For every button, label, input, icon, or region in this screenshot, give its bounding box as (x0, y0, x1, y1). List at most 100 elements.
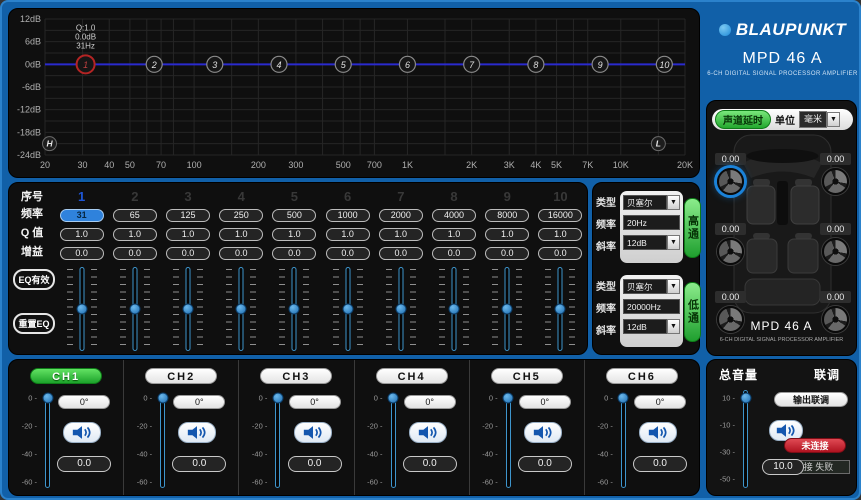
channel-delay-button[interactable]: 声道延时 (715, 110, 771, 129)
lowpass-freq-field[interactable]: 20000Hz (623, 299, 680, 314)
speaker-knob-1[interactable] (717, 168, 744, 195)
slider-thumb[interactable] (501, 303, 513, 315)
slider-thumb[interactable] (395, 303, 407, 315)
band-frequency-field[interactable]: 16000 (538, 209, 583, 222)
channel-mute-button[interactable] (639, 422, 678, 443)
slider-thumb[interactable] (235, 303, 247, 315)
slider-thumb[interactable] (272, 392, 284, 404)
band-gain-slider[interactable] (330, 267, 366, 351)
band-gain-slider[interactable] (64, 267, 100, 351)
band-q-field[interactable]: 1.0 (112, 228, 157, 241)
band-index[interactable]: 2 (131, 189, 138, 206)
band-frequency-field[interactable]: 4000 (432, 209, 477, 222)
highpass-type-dropdown[interactable]: 贝塞尔 ▼ (623, 195, 680, 210)
band-frequency-field[interactable]: 65 (112, 209, 157, 222)
slider-thumb[interactable] (342, 303, 354, 315)
delay-value-2[interactable]: 0.00 (820, 153, 851, 165)
band-gain-field[interactable]: 0.0 (485, 247, 530, 260)
band-gain-slider[interactable] (542, 267, 578, 351)
channel-select-button[interactable]: CH3 (260, 368, 333, 384)
chevron-down-icon[interactable]: ▼ (667, 195, 680, 210)
slider-thumb[interactable] (617, 392, 629, 404)
band-gain-field[interactable]: 0.0 (538, 247, 583, 260)
band-gain-field[interactable]: 0.0 (219, 247, 264, 260)
slider-thumb[interactable] (42, 392, 53, 404)
band-q-field[interactable]: 1.0 (219, 228, 264, 241)
chevron-down-icon[interactable]: ▼ (827, 112, 841, 127)
band-frequency-field[interactable]: 250 (219, 209, 264, 222)
channel-phase-button[interactable]: 0° (634, 395, 687, 409)
chevron-down-icon[interactable]: ▼ (667, 279, 680, 294)
channel-gain-value[interactable]: 0.0 (287, 456, 342, 472)
band-q-field[interactable]: 1.0 (378, 228, 423, 241)
band-index[interactable]: 6 (344, 189, 351, 206)
band-q-field[interactable]: 1.0 (59, 228, 104, 241)
band-gain-field[interactable]: 0.0 (378, 247, 423, 260)
channel-mute-button[interactable] (63, 422, 102, 443)
band-frequency-field[interactable]: 2000 (378, 209, 423, 222)
master-volume-value[interactable]: 10.0 (762, 459, 804, 475)
band-index[interactable]: 9 (504, 189, 511, 206)
band-index[interactable]: 4 (238, 189, 245, 206)
channel-phase-button[interactable]: 0° (173, 395, 226, 409)
band-gain-slider[interactable] (170, 267, 206, 351)
band-index[interactable]: 1 (78, 189, 85, 206)
band-gain-field[interactable]: 0.0 (59, 247, 104, 260)
delay-value-1[interactable]: 0.00 (715, 153, 746, 165)
band-gain-field[interactable]: 0.0 (432, 247, 477, 260)
channel-gain-value[interactable]: 0.0 (633, 456, 688, 472)
band-gain-slider[interactable] (436, 267, 472, 351)
speaker-knob-4[interactable] (822, 238, 849, 265)
speaker-knob-2[interactable] (822, 168, 849, 195)
channel-gain-slider[interactable]: 0 - -20 - -40 - -60 - (134, 392, 174, 488)
band-gain-slider[interactable] (383, 267, 419, 351)
channel-mute-button[interactable] (293, 422, 332, 443)
channel-gain-slider[interactable]: 0 - -20 - -40 - -60 - (249, 392, 289, 488)
band-index[interactable]: 8 (450, 189, 457, 206)
band-index[interactable]: 7 (397, 189, 404, 206)
lowpass-slope-dropdown[interactable]: 12dB ▼ (623, 319, 680, 334)
eq-reset-button[interactable]: 重置EQ (13, 313, 55, 334)
band-q-field[interactable]: 1.0 (325, 228, 370, 241)
eq-enable-button[interactable]: EQ有效 (13, 269, 55, 290)
band-frequency-field[interactable]: 31 (59, 209, 104, 222)
channel-phase-button[interactable]: 0° (58, 395, 111, 409)
delay-value-3[interactable]: 0.00 (715, 223, 746, 235)
band-index[interactable]: 5 (291, 189, 298, 206)
delay-value-5[interactable]: 0.00 (715, 291, 746, 303)
band-frequency-field[interactable]: 125 (166, 209, 210, 222)
band-gain-slider[interactable] (276, 267, 312, 351)
lowpass-tab[interactable]: 低通 (684, 282, 701, 342)
band-gain-field[interactable]: 0.0 (325, 247, 370, 260)
channel-gain-slider[interactable]: 0 - -20 - -40 - -60 - (365, 392, 405, 488)
unit-dropdown[interactable]: 毫米 ▼ (799, 111, 841, 128)
band-frequency-field[interactable]: 1000 (325, 209, 370, 222)
channel-select-button[interactable]: CH1 (30, 368, 103, 384)
channel-select-button[interactable]: CH5 (490, 368, 563, 384)
slider-thumb[interactable] (76, 303, 88, 315)
output-link-button[interactable]: 输出联调 (774, 392, 848, 407)
band-gain-field[interactable]: 0.0 (166, 247, 210, 260)
lowpass-type-dropdown[interactable]: 贝塞尔 ▼ (623, 279, 680, 294)
slider-thumb[interactable] (740, 392, 751, 404)
band-q-field[interactable]: 1.0 (538, 228, 583, 241)
band-gain-slider[interactable] (117, 267, 153, 351)
band-gain-field[interactable]: 0.0 (112, 247, 157, 260)
highpass-slope-dropdown[interactable]: 12dB ▼ (623, 235, 680, 250)
channel-phase-button[interactable]: 0° (403, 395, 456, 409)
band-index[interactable]: 3 (184, 189, 191, 206)
band-q-field[interactable]: 1.0 (485, 228, 530, 241)
channel-phase-button[interactable]: 0° (518, 395, 571, 409)
slider-thumb[interactable] (288, 303, 300, 315)
channel-gain-value[interactable]: 0.0 (402, 456, 457, 472)
slider-thumb[interactable] (448, 303, 460, 315)
channel-gain-value[interactable]: 0.0 (172, 456, 227, 472)
highpass-freq-field[interactable]: 20Hz (623, 215, 680, 230)
channel-phase-button[interactable]: 0° (288, 395, 341, 409)
delay-value-6[interactable]: 0.00 (820, 291, 851, 303)
band-index[interactable]: 10 (553, 189, 567, 206)
delay-value-4[interactable]: 0.00 (820, 223, 851, 235)
channel-mute-button[interactable] (408, 422, 447, 443)
band-gain-slider[interactable] (489, 267, 525, 351)
band-gain-slider[interactable] (223, 267, 259, 351)
